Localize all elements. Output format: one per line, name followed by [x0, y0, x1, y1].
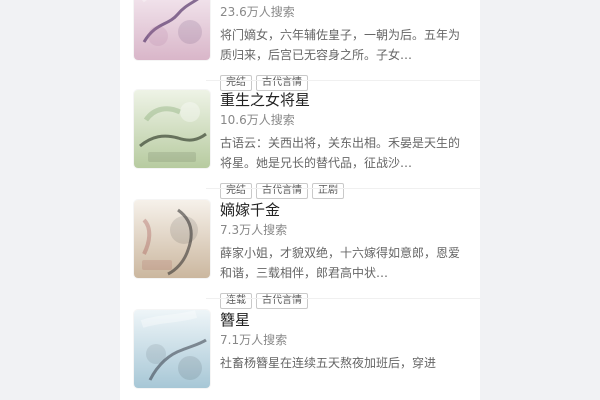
search-count: 7.3万人搜索	[220, 223, 288, 237]
book-info: 23.6万人搜索 将门嫡女，六年辅佐皇子，一朝为后。五年为质归来，后宫已无容身之…	[220, 0, 470, 91]
book-info: 嫡嫁千金 7.3万人搜索 薛家小姐，才貌双绝，十六嫁得如意郎，恩爱和谐，三载相伴…	[220, 200, 470, 309]
tag-status[interactable]: 完结	[220, 183, 252, 199]
book-cover[interactable]	[134, 200, 210, 278]
divider	[206, 298, 480, 299]
book-info: 簪星 7.1万人搜索 社畜杨簪星在连续五天熬夜加班后，穿进	[220, 310, 470, 393]
book-item-3[interactable]: 嫡嫁千金 7.3万人搜索 薛家小姐，才貌双绝，十六嫁得如意郎，恩爱和谐，三载相伴…	[134, 200, 474, 309]
book-description: 将门嫡女，六年辅佐皇子，一朝为后。五年为质归来，后宫已无容身之所。子女…	[220, 28, 461, 62]
book-item-4[interactable]: 簪星 7.1万人搜索 社畜杨簪星在连续五天熬夜加班后，穿进	[134, 310, 474, 398]
star-cover-icon	[134, 310, 210, 388]
search-count: 23.6万人搜索	[220, 5, 295, 19]
book-description: 社畜杨簪星在连续五天熬夜加班后，穿进	[220, 356, 437, 370]
book-item-1[interactable]: 23.6万人搜索 将门嫡女，六年辅佐皇子，一朝为后。五年为质归来，后宫已无容身之…	[134, 0, 474, 91]
book-description: 古语云：关西出将，关东出相。禾晏是天生的将星。她是兄长的替代品，征战沙…	[220, 136, 461, 170]
book-cover[interactable]	[134, 0, 210, 60]
book-description: 薛家小姐，才貌双绝，十六嫁得如意郎，恩爱和谐，三载相伴，郎君高中状…	[220, 246, 461, 280]
book-title[interactable]	[220, 0, 470, 2]
book-tags: 完结 古代言情 正剧	[220, 178, 470, 199]
book-item-2[interactable]: 重生之女将星 10.6万人搜索 古语云：关西出将，关东出相。禾晏是天生的将星。她…	[134, 90, 474, 199]
tag-genre[interactable]: 古代言情	[256, 75, 308, 91]
book-cover[interactable]	[134, 310, 210, 388]
tag-status[interactable]: 连载	[220, 293, 252, 309]
book-title[interactable]: 簪星	[220, 310, 470, 330]
tag-genre[interactable]: 古代言情	[256, 183, 308, 199]
book-tags: 连载 古代言情	[220, 288, 470, 309]
romance-cover-icon	[134, 0, 210, 60]
search-results-panel: 23.6万人搜索 将门嫡女，六年辅佐皇子，一朝为后。五年为质归来，后宫已无容身之…	[120, 0, 480, 400]
tag-status[interactable]: 完结	[220, 75, 252, 91]
book-info: 重生之女将星 10.6万人搜索 古语云：关西出将，关东出相。禾晏是天生的将星。她…	[220, 90, 470, 199]
tag-genre[interactable]: 古代言情	[256, 293, 308, 309]
tag-style[interactable]: 正剧	[312, 183, 344, 199]
book-cover[interactable]	[134, 90, 210, 168]
general-cover-icon	[134, 90, 210, 168]
bride-cover-icon	[134, 200, 210, 278]
search-count: 10.6万人搜索	[220, 113, 295, 127]
book-title[interactable]: 嫡嫁千金	[220, 200, 470, 220]
divider	[206, 188, 480, 189]
book-title[interactable]: 重生之女将星	[220, 90, 470, 110]
search-count: 7.1万人搜索	[220, 333, 288, 347]
divider	[206, 80, 480, 81]
book-tags: 完结 古代言情	[220, 70, 470, 91]
